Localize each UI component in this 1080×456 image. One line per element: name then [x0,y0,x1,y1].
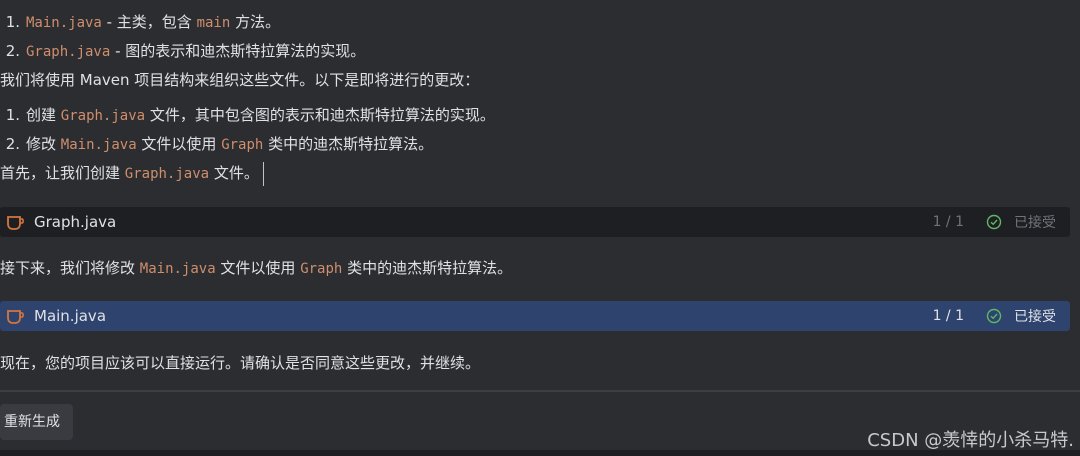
first-line: 首先，让我们创建 Graph.java 文件。 [0,159,264,187]
java-coffee-icon [7,310,24,324]
list-item: 1. 创建 Graph.java 文件，其中包含图的表示和迪杰斯特拉算法的实现。 [5,106,495,124]
file-name: Graph.java [34,213,117,231]
change-count: 1 / 1 [932,214,964,230]
change-count: 1 / 1 [932,308,964,324]
accepted-status: 已接受 [1014,309,1056,325]
check-circle-icon [986,308,1002,324]
file-name: Main.java [34,307,107,325]
intro-text: 我们将使用 Maven 项目结构来组织这些文件。以下是即将进行的更改： [0,71,480,89]
java-coffee-icon [7,216,24,230]
bottom-strip [0,450,1080,456]
divider [0,390,1080,392]
watermark: CSDN @羡悻的小杀马特. [867,430,1074,451]
text-caret [262,161,264,186]
code-main-java: Main.java [26,15,102,31]
accepted-status: 已接受 [1014,215,1056,231]
list-item: 2. Graph.java - 图的表示和迪杰斯特拉算法的实现。 [5,42,366,60]
check-circle-icon [986,214,1002,230]
list-item: 1. Main.java - 主类，包含 main 方法。 [5,13,281,31]
list-item: 2. 修改 Main.java 文件以使用 Graph 类中的迪杰斯特拉算法。 [5,135,434,153]
final-line: 现在，您的项目应该可以直接运行。请确认是否同意这些更改，并继续。 [0,354,481,372]
chat-panel: 1. Main.java - 主类，包含 main 方法。 2. Graph.jav… [0,0,1080,456]
regenerate-button[interactable]: 重新生成 [0,404,73,440]
file-change-main-java[interactable]: Main.java 1 / 1 已接受 [0,301,1070,331]
code-main: main [196,15,231,31]
code-graph-java: Graph.java [26,44,111,60]
next-line: 接下来，我们将修改 Main.java 文件以使用 Graph 类中的迪杰斯特拉… [0,259,513,277]
file-change-graph-java[interactable]: Graph.java 1 / 1 已接受 [0,207,1070,237]
